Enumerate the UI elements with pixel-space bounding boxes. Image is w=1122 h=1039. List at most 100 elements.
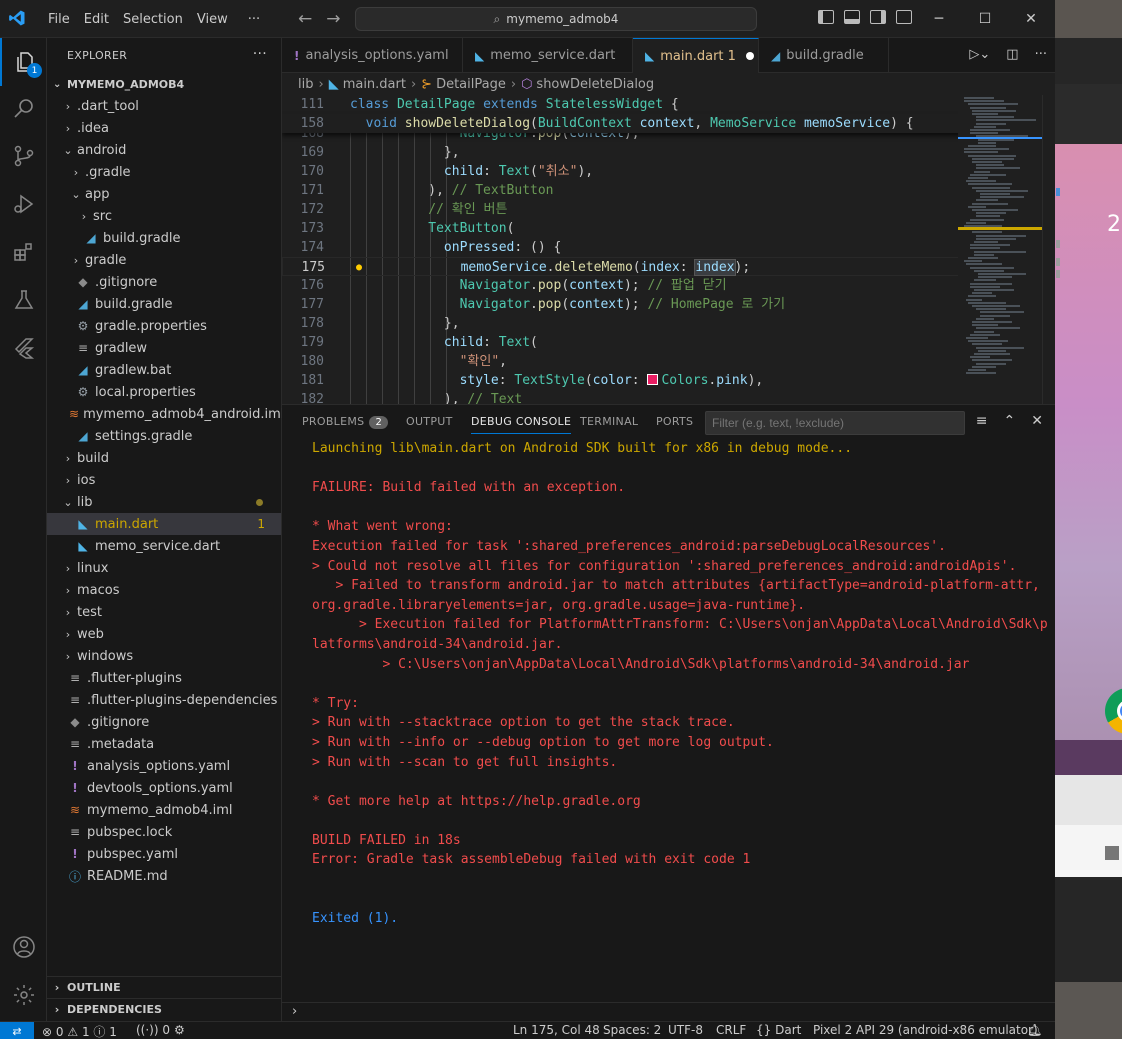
code-line[interactable]: 169 }, xyxy=(282,143,962,162)
toggle-sidebar-icon[interactable] xyxy=(818,10,834,24)
menu-file[interactable]: File xyxy=(41,12,77,27)
outline-section[interactable]: › OUTLINE xyxy=(47,976,282,998)
code-line[interactable]: 182 ), // Text xyxy=(282,390,962,404)
source-control-activity[interactable] xyxy=(0,132,47,180)
folder-item[interactable]: › src xyxy=(47,205,281,227)
file-item[interactable]: ≡ .flutter-plugins xyxy=(47,667,281,689)
console-filter-input[interactable] xyxy=(705,411,965,435)
breadcrumb-file[interactable]: main.dart xyxy=(343,77,406,92)
code-line[interactable]: 180 "확인", xyxy=(282,352,962,371)
code-line[interactable]: 174 onPressed: () { xyxy=(282,238,962,257)
folder-item[interactable]: › .gradle xyxy=(47,161,281,183)
folder-item[interactable]: › macos xyxy=(47,579,281,601)
close-panel-icon[interactable]: ✕ xyxy=(1031,413,1043,429)
maximize-button[interactable]: ☐ xyxy=(962,0,1008,38)
run-debug-dropdown-icon[interactable]: ▷⌄ xyxy=(969,47,990,62)
sticky-scroll-line[interactable]: 111 class DetailPage extends StatelessWid… xyxy=(282,95,962,114)
more-actions-icon[interactable]: ··· xyxy=(1035,47,1047,62)
folder-item[interactable]: ⌄ android xyxy=(47,139,281,161)
emulator-side-button[interactable] xyxy=(1056,240,1060,248)
breadcrumb-folder[interactable]: lib xyxy=(298,77,313,92)
run-debug-activity[interactable] xyxy=(0,180,47,228)
file-item[interactable]: ⓘ README.md xyxy=(47,865,281,887)
breadcrumb-class[interactable]: DetailPage xyxy=(436,77,506,92)
tab-problems[interactable]: PROBLEMS 2 xyxy=(302,415,389,429)
emulator-side-button[interactable] xyxy=(1056,188,1060,196)
file-item[interactable]: ≡ pubspec.lock xyxy=(47,821,281,843)
more-actions-icon[interactable]: ··· xyxy=(253,46,267,62)
explorer-activity[interactable]: 1 xyxy=(0,38,47,86)
tab-analysis-options[interactable]: ! analysis_options.yaml xyxy=(282,38,463,73)
menu-edit[interactable]: Edit xyxy=(77,12,116,27)
tab-output[interactable]: OUTPUT xyxy=(406,415,453,428)
clear-console-icon[interactable]: ≡ xyxy=(976,413,988,429)
indentation[interactable]: Spaces: 2 xyxy=(603,1023,661,1037)
customize-layout-icon[interactable] xyxy=(896,10,912,24)
breadcrumb-method[interactable]: showDeleteDialog xyxy=(536,77,654,92)
sticky-scroll-line[interactable]: 158 void showDeleteDialog(BuildContext c… xyxy=(282,114,962,133)
device-selector[interactable]: Pixel 2 API 29 (android-x86 emulator) xyxy=(813,1023,1038,1037)
ports-status[interactable]: ((·)) 0 xyxy=(136,1023,170,1037)
console-line[interactable]: * Get more help at https://help.gradle.o… xyxy=(312,792,1042,812)
back-arrow-icon[interactable]: ← xyxy=(298,9,312,29)
toggle-panel-icon[interactable] xyxy=(844,10,860,24)
close-window-button[interactable]: ✕ xyxy=(1008,0,1054,38)
file-item[interactable]: ◢ build.gradle xyxy=(47,293,281,315)
lightbulb-icon[interactable]: ● xyxy=(356,258,362,277)
folder-item[interactable]: › ios xyxy=(47,469,281,491)
file-item[interactable]: ◣ main.dart 1 xyxy=(47,513,281,535)
minimize-button[interactable]: ─ xyxy=(916,0,962,38)
folder-item[interactable]: › .idea xyxy=(47,117,281,139)
manage-activity[interactable] xyxy=(0,971,47,1019)
folder-item[interactable]: › .dart_tool xyxy=(47,95,281,117)
tab-build-gradle[interactable]: ◢ build.gradle xyxy=(759,38,889,73)
folder-item[interactable]: ⌄ app xyxy=(47,183,281,205)
flutter-activity[interactable] xyxy=(0,324,47,372)
toggle-secondary-sidebar-icon[interactable] xyxy=(870,10,886,24)
code-line[interactable]: 178 }, xyxy=(282,314,962,333)
file-item[interactable]: ◆ .gitignore xyxy=(47,271,281,293)
debug-console-input[interactable]: › xyxy=(282,1002,1055,1022)
search-activity[interactable] xyxy=(0,84,47,132)
cursor-position[interactable]: Ln 175, Col 48 xyxy=(513,1023,600,1037)
file-item[interactable]: ◣ memo_service.dart xyxy=(47,535,281,557)
emulator-side-button[interactable] xyxy=(1056,270,1060,278)
code-line[interactable]: 176 Navigator.pop(context); // 팝업 닫기 xyxy=(282,276,962,295)
workspace-root[interactable]: ⌄ MYMEMO_ADMOB4 xyxy=(47,73,281,95)
file-item[interactable]: ! pubspec.yaml xyxy=(47,843,281,865)
tab-terminal[interactable]: TERMINAL xyxy=(580,415,638,428)
folder-item[interactable]: › build xyxy=(47,447,281,469)
code-line[interactable]: 170 child: Text("취소"), xyxy=(282,162,962,181)
encoding[interactable]: UTF-8 xyxy=(668,1023,703,1037)
menu-more[interactable]: ··· xyxy=(241,12,267,27)
split-editor-icon[interactable]: ◫ xyxy=(1006,47,1018,62)
code-line[interactable]: 171 ), // TextButton xyxy=(282,181,962,200)
extensions-activity[interactable] xyxy=(0,228,47,276)
color-swatch-icon[interactable] xyxy=(647,374,659,385)
line-endings[interactable]: CRLF xyxy=(716,1023,746,1037)
file-item[interactable]: ◆ .gitignore xyxy=(47,711,281,733)
menu-view[interactable]: View xyxy=(190,12,235,27)
file-item[interactable]: ≡ gradlew xyxy=(47,337,281,359)
debug-target-icon[interactable]: ⚙ xyxy=(174,1023,185,1037)
file-item[interactable]: ≋ mymemo_admob4_android.iml xyxy=(47,403,284,425)
code-line[interactable]: 173 TextButton( xyxy=(282,219,962,238)
file-item[interactable]: ⚙ gradle.properties xyxy=(47,315,281,337)
file-item[interactable]: ◢ gradlew.bat xyxy=(47,359,281,381)
notifications-bell-icon[interactable]: 🔔︎ xyxy=(1027,1023,1042,1037)
tab-memo-service[interactable]: ◣ memo_service.dart xyxy=(463,38,633,73)
file-item[interactable]: ◢ build.gradle xyxy=(47,227,281,249)
file-item[interactable]: ≡ .metadata xyxy=(47,733,281,755)
dependencies-section[interactable]: › DEPENDENCIES xyxy=(47,998,282,1020)
file-item[interactable]: ! analysis_options.yaml xyxy=(47,755,281,777)
emulator-side-button[interactable] xyxy=(1056,258,1060,266)
file-item[interactable]: ≡ .flutter-plugins-dependencies xyxy=(47,689,281,711)
minimap[interactable] xyxy=(958,95,1042,404)
emulator-search-bar[interactable] xyxy=(1055,775,1122,825)
code-line[interactable]: 179 child: Text( xyxy=(282,333,962,352)
folder-item[interactable]: › web xyxy=(47,623,281,645)
file-item[interactable]: ◢ settings.gradle xyxy=(47,425,281,447)
maximize-panel-icon[interactable]: ⌃ xyxy=(1004,413,1016,429)
folder-item[interactable]: › linux xyxy=(47,557,281,579)
code-line[interactable]: 175 memoService.deleteMemo(index: index)… xyxy=(282,257,962,276)
